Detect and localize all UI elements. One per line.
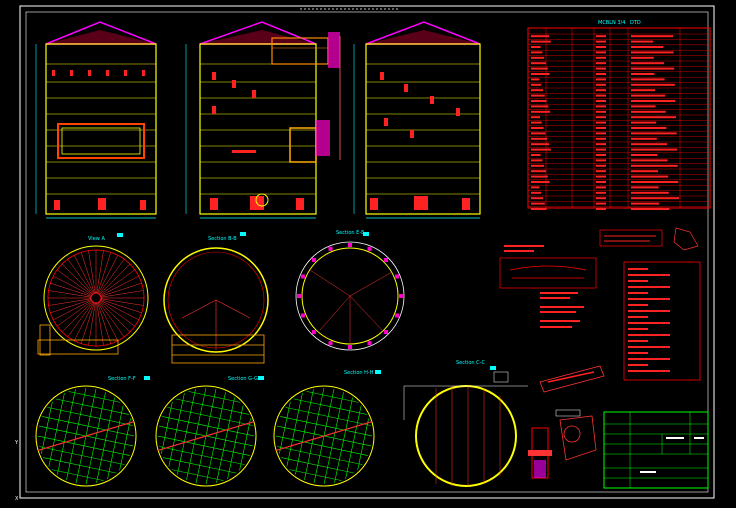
schedule-title: MCBLN 3/4 — [598, 20, 625, 26]
plan-section-f: Section F-F — [35, 376, 137, 487]
plan-view-a: View A — [37, 236, 149, 356]
side-marker-bottom: X — [15, 496, 19, 502]
section-tags — [117, 232, 496, 380]
section-label-c: Section C-C — [456, 360, 485, 366]
title-block — [603, 411, 709, 489]
section-label-a: View A — [88, 236, 105, 242]
nozzle-detail — [528, 409, 597, 479]
section-label-e: Section E-E — [336, 230, 364, 236]
material-schedule-table: MCBLN 3/4 DTD — [527, 20, 711, 210]
elevation-3 — [353, 21, 481, 219]
plan-section-g: Section G-G — [155, 376, 258, 487]
plan-section-e: Section E-E — [295, 230, 405, 351]
plan-section-c: Section C-C — [403, 360, 528, 487]
plan-section-b: Section B-B — [163, 236, 269, 364]
elevation-2 — [185, 21, 341, 219]
side-marker-top: Y — [14, 440, 19, 446]
cad-drawing-sheet: Y X MCBLN 3/4 DTD View A Section B-B Sec… — [14, 5, 715, 502]
section-label-h: Section H-H — [344, 370, 374, 376]
detail-notes — [499, 227, 701, 393]
plan-section-h: Section H-H — [273, 370, 375, 487]
section-label-g: Section G-G — [228, 376, 258, 382]
schedule-suffix: DTD — [630, 20, 641, 26]
section-label-f: Section F-F — [108, 376, 136, 382]
elevation-1 — [35, 21, 157, 219]
section-label-b: Section B-B — [208, 236, 237, 242]
elevation-1-courses — [46, 63, 156, 195]
